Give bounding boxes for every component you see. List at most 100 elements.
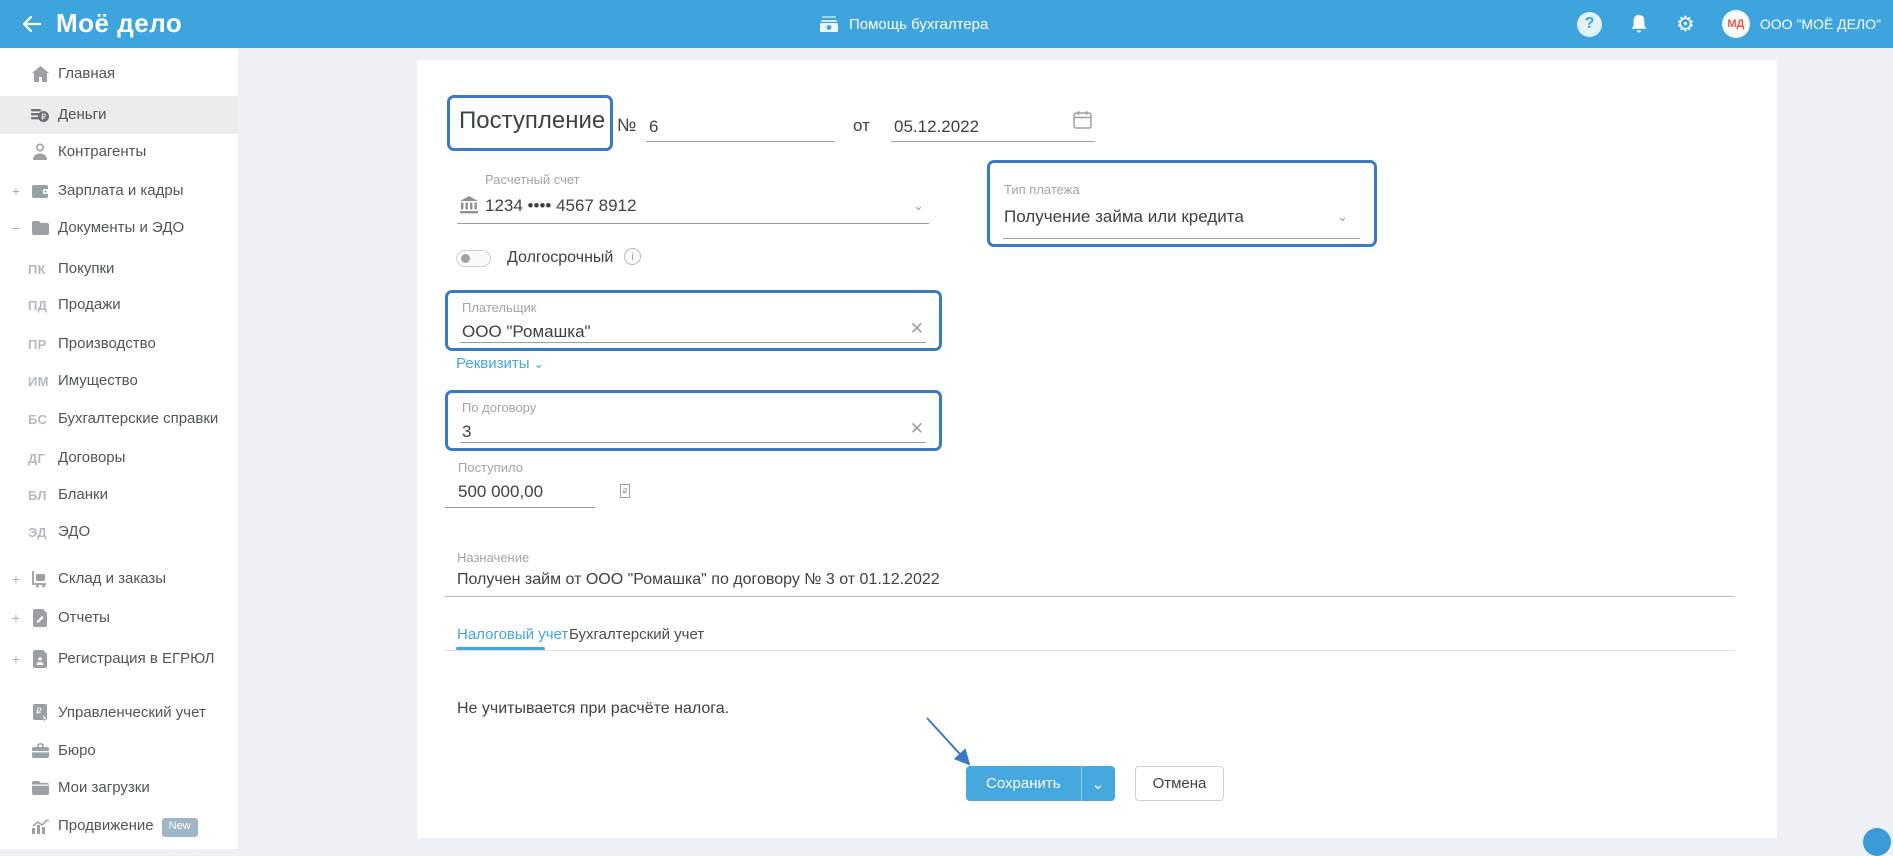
payment-type-chevron-down-icon[interactable]: ⌄ — [1337, 209, 1348, 225]
long-term-toggle[interactable] — [456, 250, 491, 267]
account-menu[interactable]: МД ООО "МОЁ ДЕЛО" — [1721, 10, 1881, 38]
briefcase-icon — [30, 741, 50, 761]
sidebar-item-edo[interactable]: ЭД ЭДО — [0, 513, 238, 551]
payment-type-underline — [1003, 238, 1360, 239]
account-label: Расчетный счет — [485, 172, 580, 187]
expand-plus[interactable]: + — [10, 610, 22, 626]
svg-text:₽: ₽ — [41, 112, 46, 121]
report-icon — [30, 608, 50, 628]
sidebar-item-counterparties[interactable]: Контрагенты — [0, 133, 238, 171]
info-icon[interactable]: i — [624, 248, 641, 265]
sidebar-item-production[interactable]: ПР Производство — [0, 325, 238, 363]
uploads-folder-icon — [30, 778, 50, 798]
purpose-label: Назначение — [457, 550, 530, 565]
payer-highlight-box: Плательщик ООО "Ромашка" ✕ — [445, 290, 942, 351]
promotion-chart-icon — [30, 817, 50, 837]
main-content: Поступление № 6 от 05.12.2022 Расчетный … — [238, 48, 1893, 849]
received-amount-input[interactable]: 500 000,00 — [458, 482, 543, 502]
payment-type-label: Тип платежа — [1004, 182, 1080, 197]
purpose-underline — [445, 596, 1735, 597]
new-badge: New — [161, 818, 198, 837]
org-name: ООО "МОЁ ДЕЛО" — [1759, 16, 1881, 32]
requisites-chevron-down-icon: ⌄ — [533, 357, 544, 371]
active-tab-indicator — [456, 647, 545, 650]
payer-underline — [460, 342, 926, 343]
date-preposition: от — [853, 116, 870, 135]
toggle-knob — [461, 254, 470, 263]
tax-note: Не учитывается при расчёте налога. — [457, 700, 730, 717]
sidebar-item-purchases[interactable]: ПК Покупки — [0, 250, 238, 288]
tab-tax-accounting[interactable]: Налоговый учет — [457, 626, 568, 643]
sidebar-item-management-accounting[interactable]: ₽ Управленческий учет — [0, 694, 238, 732]
sidebar-item-salary[interactable]: + Зарплата и кадры — [0, 172, 238, 210]
app-logo[interactable]: Моё дело — [56, 8, 182, 39]
sidebar-item-promotion[interactable]: Продвижение New — [0, 808, 238, 846]
account-select[interactable]: 1234 •••• 4567 8912 — [485, 196, 636, 216]
person-icon — [30, 142, 50, 162]
settings-gear-icon[interactable]: ⚙ — [1676, 13, 1695, 35]
expand-plus[interactable]: + — [10, 651, 22, 667]
tabs-divider — [445, 650, 1735, 651]
contract-underline — [460, 442, 926, 443]
sidebar-item-contracts[interactable]: ДГ Договоры — [0, 439, 238, 477]
date-input[interactable]: 05.12.2022 — [894, 117, 979, 137]
requisites-link[interactable]: Реквизиты ⌄ — [456, 355, 544, 372]
sidebar-item-egrul-registration[interactable]: + Регистрация в ЕГРЮЛ — [0, 630, 238, 688]
company-avatar: МД — [1721, 10, 1750, 38]
tab-book-accounting[interactable]: Бухгалтерский учет — [569, 626, 704, 643]
help-icon[interactable]: ? — [1576, 11, 1602, 37]
management-accounting-icon: ₽ — [30, 703, 50, 723]
receipt-form-card: Поступление № 6 от 05.12.2022 Расчетный … — [417, 60, 1777, 838]
sidebar-item-sales[interactable]: ПД Продажи — [0, 286, 238, 324]
save-options-chevron-icon[interactable]: ⌄ — [1080, 766, 1115, 801]
sidebar-item-my-uploads[interactable]: Мои загрузки — [0, 769, 238, 807]
payer-input[interactable]: ООО "Ромашка" — [462, 322, 591, 342]
sidebar-item-bureau[interactable]: Бюро — [0, 732, 238, 770]
support-chat-bubble[interactable] — [1863, 828, 1891, 856]
ruble-currency-glyph: ₽ — [620, 484, 630, 498]
contract-clear-icon[interactable]: ✕ — [910, 419, 924, 439]
received-label: Поступило — [458, 460, 523, 475]
account-underline — [457, 223, 929, 224]
collapse-minus[interactable]: − — [10, 220, 22, 236]
back-arrow-icon[interactable] — [20, 12, 44, 36]
payer-clear-icon[interactable]: ✕ — [910, 319, 924, 339]
sidebar-item-accounting-certificates[interactable]: БС Бухгалтерские справки — [0, 400, 238, 438]
contract-label: По договору — [462, 400, 537, 415]
cash-icon — [820, 15, 840, 33]
expand-plus[interactable]: + — [10, 571, 22, 587]
notifications-bell-icon[interactable] — [1629, 13, 1649, 35]
date-underline — [891, 141, 1095, 142]
doc-number-input[interactable]: 6 — [649, 117, 658, 137]
save-button-group: Сохранить ⌄ — [966, 766, 1115, 801]
sidebar-item-money[interactable]: ₽ Деньги — [0, 96, 238, 134]
top-header: Моё дело Помощь бухгалтера ? ⚙ МД ООО "М… — [0, 0, 1893, 48]
sidebar-item-home[interactable]: Главная — [0, 55, 238, 93]
payment-type-select[interactable]: Получение займа или кредита — [1004, 207, 1244, 227]
doc-number-label: № — [617, 115, 637, 135]
money-icon: ₽ — [30, 105, 50, 125]
save-button[interactable]: Сохранить — [966, 766, 1081, 801]
sidebar-item-warehouse[interactable]: + Склад и заказы — [0, 560, 238, 598]
accountant-help-button[interactable]: Помощь бухгалтера — [820, 0, 988, 48]
long-term-label: Долгосрочный — [507, 249, 614, 266]
expand-plus[interactable]: + — [10, 183, 22, 199]
home-icon — [30, 64, 50, 84]
sidebar-item-documents-edo[interactable]: − Документы и ЭДО — [0, 209, 238, 247]
calendar-icon[interactable] — [1073, 110, 1092, 129]
sidebar-item-forms[interactable]: БЛ Бланки — [0, 476, 238, 514]
sidebar-item-property[interactable]: ИМ Имущество — [0, 362, 238, 400]
contract-input[interactable]: 3 — [462, 422, 471, 442]
svg-text:₽: ₽ — [36, 706, 42, 716]
cart-icon — [30, 569, 50, 589]
doc-number-underline — [646, 141, 835, 142]
account-chevron-down-icon[interactable]: ⌄ — [913, 198, 924, 214]
cancel-button[interactable]: Отмена — [1135, 766, 1224, 801]
payment-type-highlight-box: Тип платежа Получение займа или кредита … — [987, 160, 1377, 247]
contract-highlight-box: По договору 3 ✕ — [445, 390, 942, 451]
bank-icon — [459, 196, 479, 214]
wallet-icon — [30, 181, 50, 201]
payer-label: Плательщик — [462, 300, 537, 315]
registration-doc-icon — [30, 649, 50, 669]
purpose-input[interactable]: Получен займ от ООО "Ромашка" по договор… — [457, 571, 940, 589]
